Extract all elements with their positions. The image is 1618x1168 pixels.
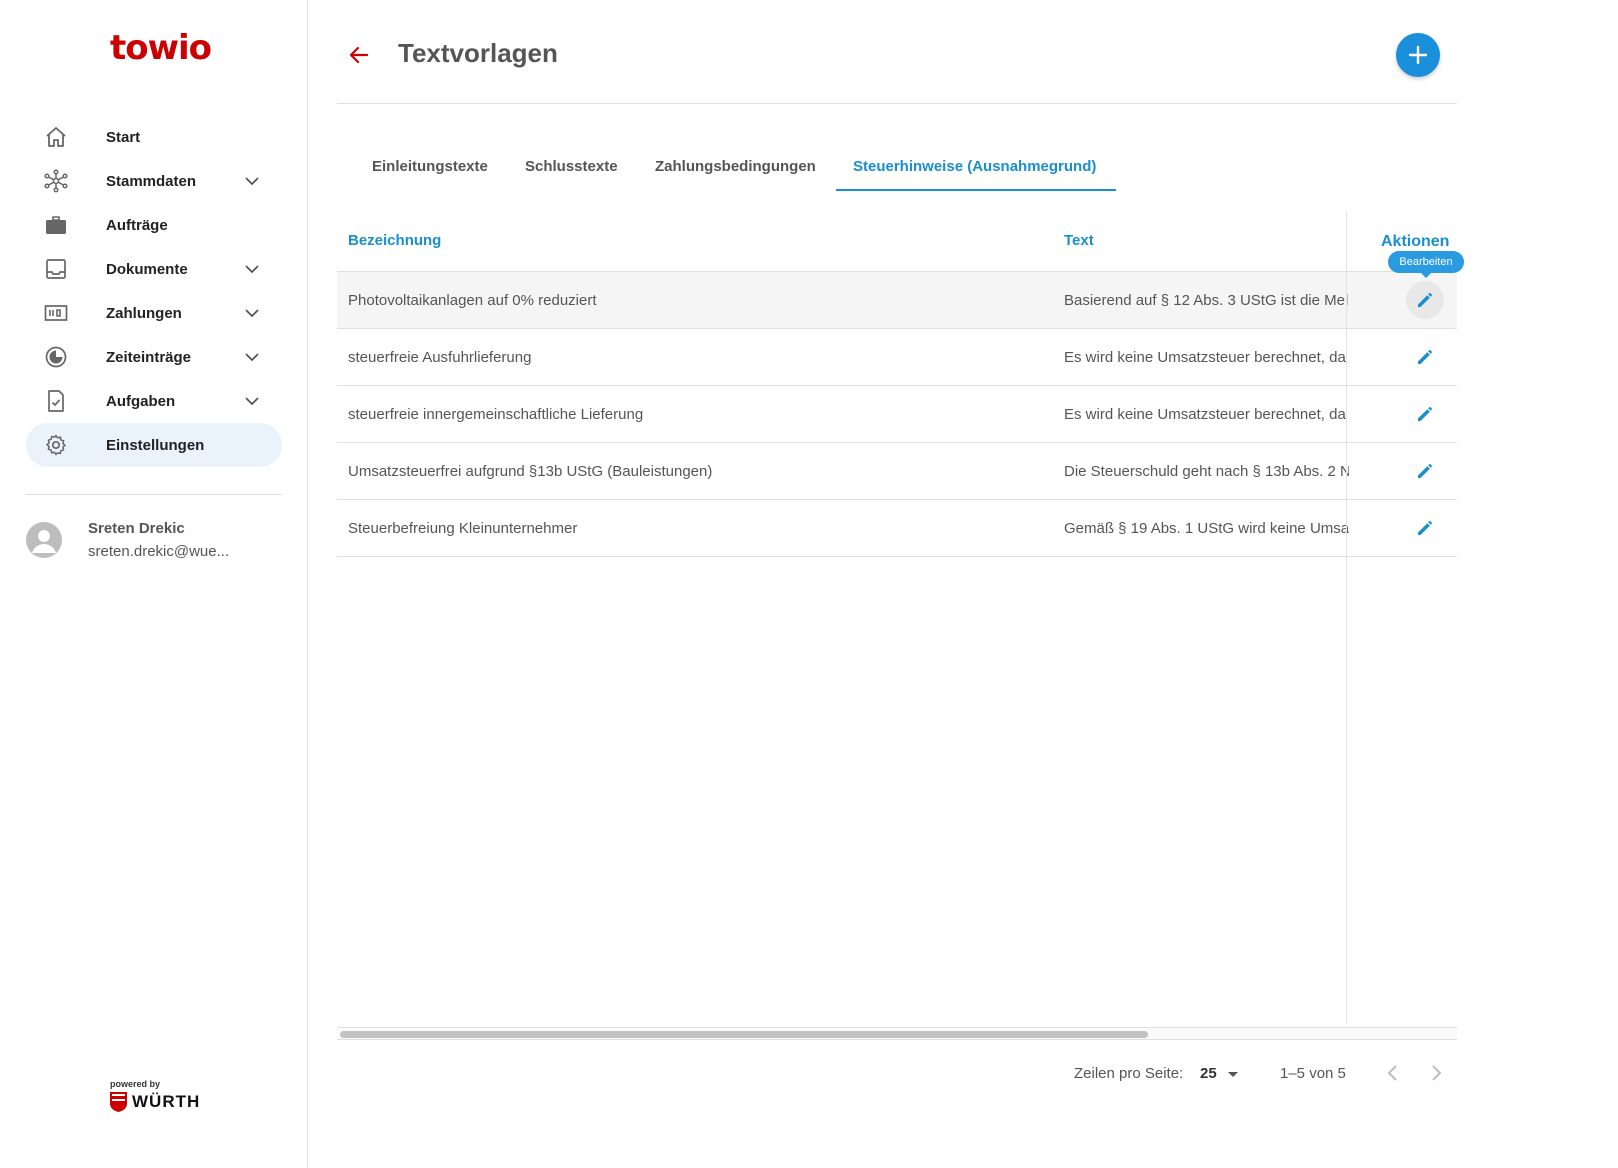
- sidebar-item-einstellungen[interactable]: Einstellungen: [26, 423, 282, 467]
- sticky-column-divider: [1346, 212, 1347, 1024]
- sidebar: towio Start Stammdaten Aufträge Dokument…: [0, 0, 308, 1168]
- tab-schlusstexte[interactable]: Schlusstexte: [525, 144, 618, 192]
- sidebar-item-label: Zeiteinträge: [106, 348, 192, 366]
- previous-page-icon[interactable]: [1380, 1060, 1406, 1086]
- cell-text: Die Steuerschuld geht nach § 13b Abs. 2 …: [1064, 463, 1349, 480]
- table-row[interactable]: steuerfreie Ausfuhrlieferung Es wird kei…: [337, 329, 1457, 386]
- avatar: [26, 522, 62, 558]
- table-row[interactable]: steuerfreie innergemeinschaftliche Liefe…: [337, 386, 1457, 443]
- edit-button[interactable]: [1406, 338, 1444, 376]
- sidebar-item-auftraege[interactable]: Aufträge: [26, 203, 282, 247]
- scrollbar-thumb[interactable]: [340, 1031, 1148, 1038]
- chevron-down-icon[interactable]: [242, 303, 262, 323]
- sidebar-item-label: Zahlungen: [106, 304, 182, 322]
- pencil-icon: [1418, 464, 1432, 478]
- cell-name: steuerfreie innergemeinschaftliche Liefe…: [348, 406, 644, 423]
- inbox-icon: [46, 259, 66, 279]
- edit-tooltip: Bearbeiten: [1388, 251, 1464, 273]
- cell-text: Basierend auf § 12 Abs. 3 UStG ist die M…: [1064, 292, 1349, 309]
- powered-by-label: powered by: [110, 1079, 161, 1089]
- network-icon: [44, 169, 68, 193]
- pencil-icon: [1418, 350, 1432, 364]
- user-profile[interactable]: Sreten Drekic sreten.drekic@wue...: [26, 518, 282, 568]
- sidebar-divider: [26, 494, 282, 495]
- edit-button[interactable]: [1406, 452, 1444, 490]
- chevron-down-icon[interactable]: [242, 347, 262, 367]
- person-icon: [32, 530, 56, 553]
- pencil-icon: [1418, 407, 1432, 421]
- pagination-range: 1–5 von 5: [1280, 1065, 1346, 1082]
- edit-button[interactable]: [1406, 509, 1444, 547]
- rows-per-page-select[interactable]: 25: [1200, 1061, 1246, 1087]
- sidebar-item-zahlungen[interactable]: Zahlungen: [26, 291, 282, 335]
- gear-icon: [46, 434, 66, 456]
- active-tab-indicator: [836, 189, 1116, 191]
- cell-text: Es wird keine Umsatzsteuer berechnet, da: [1064, 406, 1346, 423]
- column-header-name[interactable]: Bezeichnung: [348, 232, 441, 249]
- add-template-button[interactable]: [1396, 33, 1440, 77]
- pagination: Zeilen pro Seite: 25 1–5 von 5: [1060, 1058, 1460, 1088]
- cell-name: Photovoltaikanlagen auf 0% reduziert: [348, 292, 597, 309]
- partner-logo: WÜRTH: [110, 1092, 200, 1112]
- briefcase-icon: [46, 216, 66, 234]
- column-header-actions: Aktionen: [1381, 233, 1450, 250]
- chevron-down-icon[interactable]: [242, 171, 262, 191]
- horizontal-scrollbar[interactable]: [337, 1027, 1457, 1040]
- user-name: Sreten Drekic: [88, 520, 185, 537]
- next-page-icon[interactable]: [1423, 1060, 1449, 1086]
- sidebar-item-zeiteintraege[interactable]: Zeiteinträge: [26, 335, 282, 379]
- sidebar-item-label: Einstellungen: [106, 436, 205, 454]
- app-logo[interactable]: towio: [110, 28, 212, 68]
- sidebar-item-label: Start: [106, 128, 141, 146]
- money-icon: [44, 305, 68, 321]
- table-row[interactable]: Photovoltaikanlagen auf 0% reduziert Bas…: [337, 272, 1457, 329]
- chevron-down-icon[interactable]: [242, 259, 262, 279]
- column-header-text[interactable]: Text: [1064, 232, 1094, 249]
- home-icon: [46, 127, 66, 147]
- edit-button[interactable]: [1406, 395, 1444, 433]
- sidebar-nav: Start Stammdaten Aufträge Dokumente Zahl…: [26, 115, 282, 467]
- user-email: sreten.drekic@wue...: [88, 543, 230, 560]
- cell-name: Steuerbefreiung Kleinunternehmer: [348, 520, 578, 537]
- chevron-down-icon[interactable]: [242, 391, 262, 411]
- edit-button[interactable]: [1406, 281, 1444, 319]
- pencil-icon: [1418, 293, 1432, 307]
- rows-per-page-label: Zeilen pro Seite:: [1074, 1065, 1184, 1082]
- sidebar-item-label: Dokumente: [106, 260, 188, 278]
- tab-einleitungstexte[interactable]: Einleitungstexte: [372, 144, 488, 192]
- task-icon: [48, 390, 64, 412]
- cell-text: Es wird keine Umsatzsteuer berechnet, da: [1064, 349, 1346, 366]
- wurth-logo-icon: [110, 1092, 127, 1112]
- sidebar-item-aufgaben[interactable]: Aufgaben: [26, 379, 282, 423]
- table-row[interactable]: Umsatzsteuerfrei aufgrund §13b UStG (Bau…: [337, 443, 1457, 500]
- back-arrow-icon[interactable]: [346, 42, 372, 68]
- tooltip-arrow: [1420, 272, 1432, 278]
- cell-text: Gemäß § 19 Abs. 1 UStG wird keine Umsat: [1064, 520, 1349, 537]
- page-title: Textvorlagen: [398, 38, 558, 68]
- caret-down-icon: [1228, 1072, 1238, 1077]
- table-row[interactable]: Steuerbefreiung Kleinunternehmer Gemäß §…: [337, 500, 1457, 557]
- plus-icon: [1408, 45, 1428, 65]
- sidebar-item-label: Aufgaben: [106, 392, 176, 410]
- sidebar-item-label: Aufträge: [106, 216, 168, 234]
- sidebar-item-stammdaten[interactable]: Stammdaten: [26, 159, 282, 203]
- sidebar-item-dokumente[interactable]: Dokumente: [26, 247, 282, 291]
- tab-steuerhinweise[interactable]: Steuerhinweise (Ausnahmegrund): [853, 144, 1096, 192]
- header-divider: [337, 103, 1457, 104]
- tab-zahlungsbedingungen[interactable]: Zahlungsbedingungen: [655, 144, 816, 192]
- sidebar-item-start[interactable]: Start: [26, 115, 282, 159]
- cell-name: steuerfreie Ausfuhrlieferung: [348, 349, 532, 366]
- rows-per-page-value: 25: [1200, 1065, 1217, 1082]
- pencil-icon: [1418, 521, 1432, 535]
- cell-name: Umsatzsteuerfrei aufgrund §13b UStG (Bau…: [348, 463, 713, 480]
- sidebar-item-label: Stammdaten: [106, 172, 197, 190]
- partner-brand-text: WÜRTH: [132, 1092, 201, 1111]
- clock-icon: [45, 346, 67, 368]
